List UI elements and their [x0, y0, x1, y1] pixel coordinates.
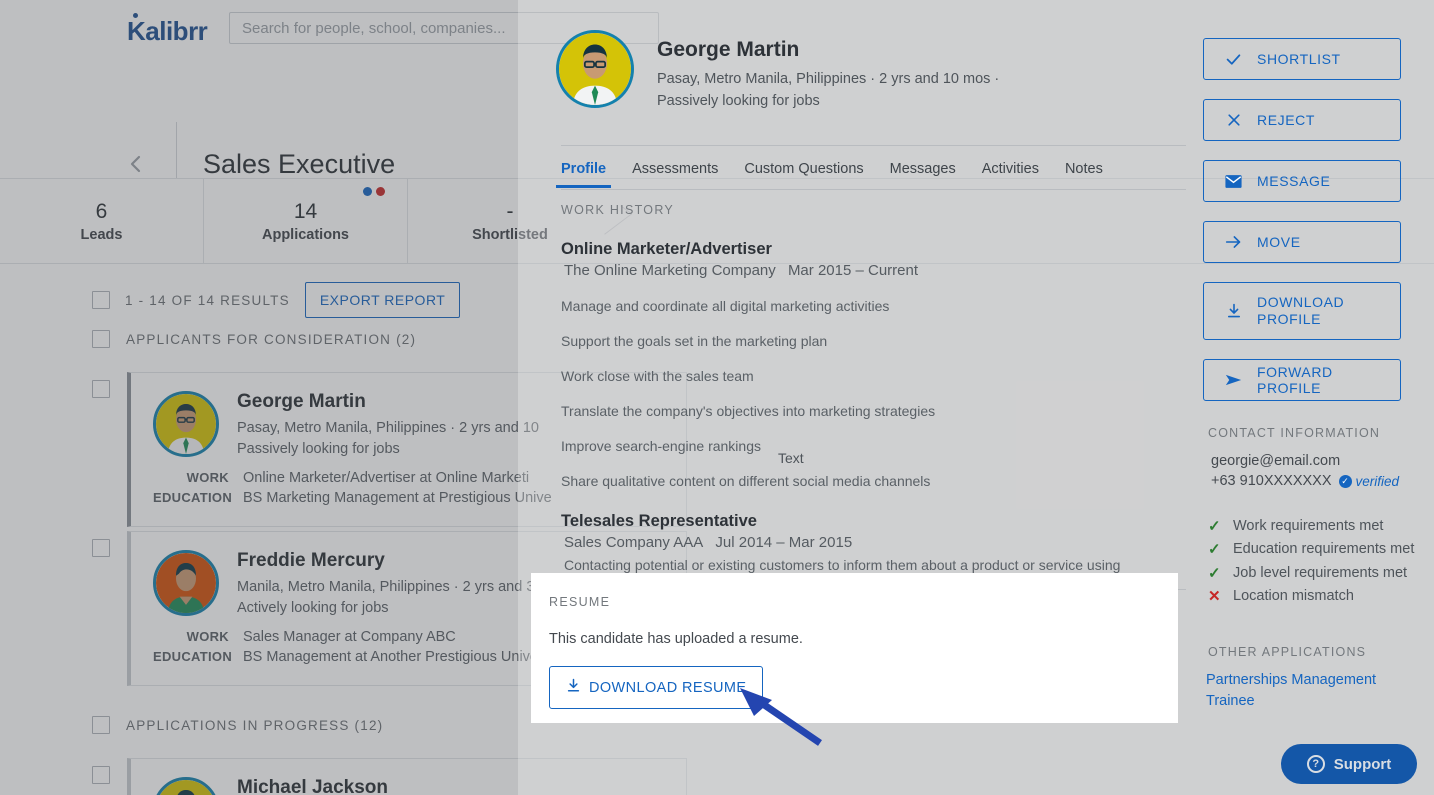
job-bullet: Manage and coordinate all digital market… [561, 298, 1186, 314]
job-title: Online Marketer/Advertiser [561, 240, 1186, 259]
tab-notes[interactable]: Notes [1065, 155, 1103, 188]
modal-tabs: Profile Assessments Custom Questions Mes… [561, 155, 1103, 188]
check-icon: ✓ [1208, 539, 1222, 560]
modal-candidate-meta: Pasay, Metro Manila, Philippines · 2 yrs… [657, 69, 1047, 113]
other-application-link[interactable]: Partnerships Management Trainee [1206, 670, 1421, 712]
download-profile-label: DOWNLOAD PROFILE [1257, 294, 1400, 329]
reject-label: REJECT [1257, 112, 1315, 128]
requirement-item: ✓ Education requirements met [1208, 539, 1433, 560]
move-label: MOVE [1257, 234, 1301, 250]
contact-phone: +63 910XXXXXXX [1211, 473, 1332, 489]
check-icon: ✓ [1208, 516, 1222, 537]
check-icon [1225, 51, 1242, 68]
support-button[interactable]: ? Support [1281, 744, 1417, 784]
download-icon [566, 678, 581, 697]
download-resume-button[interactable]: DOWNLOAD RESUME [549, 666, 763, 709]
job-company: The Online Marketing Company [564, 262, 776, 279]
floating-text-label: Text [778, 450, 804, 466]
download-icon [1225, 303, 1242, 320]
requirement-item: ✓ Work requirements met [1208, 516, 1433, 537]
requirement-text: Education requirements met [1233, 539, 1414, 560]
requirement-item: ✓ Job level requirements met [1208, 563, 1433, 584]
message-button[interactable]: MESSAGE [1203, 160, 1401, 202]
tab-custom-questions[interactable]: Custom Questions [744, 155, 863, 188]
contact-email: georgie@email.com [1211, 453, 1340, 469]
question-circle-icon: ? [1307, 755, 1325, 773]
job-bullet: Translate the company's objectives into … [561, 403, 1186, 419]
requirement-text: Job level requirements met [1233, 563, 1407, 584]
support-label: Support [1334, 756, 1392, 773]
header-rule [561, 145, 1186, 146]
forward-profile-button[interactable]: FORWARD PROFILE [1203, 359, 1401, 401]
contact-information-header: CONTACT INFORMATION [1208, 426, 1380, 440]
contact-phone-row: +63 910XXXXXXX ✓ verified [1211, 473, 1399, 489]
requirement-text: Work requirements met [1233, 516, 1383, 537]
job-bullet: Work close with the sales team [561, 368, 1186, 384]
move-button[interactable]: MOVE [1203, 221, 1401, 263]
other-applications-header: OTHER APPLICATIONS [1208, 645, 1366, 659]
verified-badge: ✓ verified [1339, 474, 1400, 489]
tab-profile[interactable]: Profile [561, 155, 606, 188]
job-company: Sales Company AAA [564, 534, 703, 551]
job-company-dates: The Online Marketing Company Mar 2015 – … [561, 262, 1186, 279]
tab-messages[interactable]: Messages [890, 155, 956, 188]
job-title: Telesales Representative [561, 512, 1186, 531]
work-history-label: WORK HISTORY [561, 203, 1186, 217]
close-x-icon [1225, 112, 1242, 129]
shortlist-label: SHORTLIST [1257, 51, 1341, 67]
verified-label: verified [1356, 474, 1400, 489]
requirements-list: ✓ Work requirements met ✓ Education requ… [1208, 516, 1433, 609]
avatar [556, 30, 634, 108]
tab-activities[interactable]: Activities [982, 155, 1039, 188]
job-dates: Jul 2014 – Mar 2015 [715, 534, 852, 551]
envelope-icon [1225, 173, 1242, 190]
work-history-section: WORK HISTORY Online Marketer/Advertiser … [561, 203, 1186, 590]
modal-candidate-header: George Martin Pasay, Metro Manila, Phili… [556, 30, 1047, 113]
download-resume-label: DOWNLOAD RESUME [589, 680, 746, 696]
job-dates: Mar 2015 – Current [788, 262, 918, 279]
resume-label: RESUME [549, 595, 1178, 609]
send-paper-plane-icon [1225, 372, 1242, 389]
message-label: MESSAGE [1257, 173, 1330, 189]
action-rail: SHORTLIST REJECT MESSAGE [1203, 0, 1434, 795]
job-bullet: Support the goals set in the marketing p… [561, 333, 1186, 349]
tabs-rule [561, 189, 1186, 190]
resume-note: This candidate has uploaded a resume. [549, 631, 1178, 647]
download-profile-button[interactable]: DOWNLOAD PROFILE [1203, 282, 1401, 340]
close-x-icon: ✕ [1208, 586, 1222, 607]
modal-candidate-name: George Martin [657, 38, 1047, 62]
check-badge-icon: ✓ [1339, 475, 1352, 488]
job-bullet: Improve search-engine rankings [561, 438, 1186, 454]
app-root: Kalibrr Search for people, school, compa… [0, 0, 1434, 795]
reject-button[interactable]: REJECT [1203, 99, 1401, 141]
arrow-right-icon [1225, 234, 1242, 251]
requirement-item: ✕ Location mismatch [1208, 586, 1433, 607]
job-company-dates: Sales Company AAA Jul 2014 – Mar 2015 [561, 534, 1186, 551]
work-entry-2: Telesales Representative Sales Company A… [561, 512, 1186, 573]
shortlist-button[interactable]: SHORTLIST [1203, 38, 1401, 80]
requirement-text: Location mismatch [1233, 586, 1354, 607]
resume-section: RESUME This candidate has uploaded a res… [531, 573, 1178, 723]
job-bullet: Share qualitative content on different s… [561, 473, 1186, 489]
job-description: Contacting potential or existing custome… [561, 557, 1186, 573]
forward-profile-label: FORWARD PROFILE [1257, 364, 1400, 396]
check-icon: ✓ [1208, 563, 1222, 584]
work-entry-1: Online Marketer/Advertiser The Online Ma… [561, 240, 1186, 489]
tab-assessments[interactable]: Assessments [632, 155, 718, 188]
